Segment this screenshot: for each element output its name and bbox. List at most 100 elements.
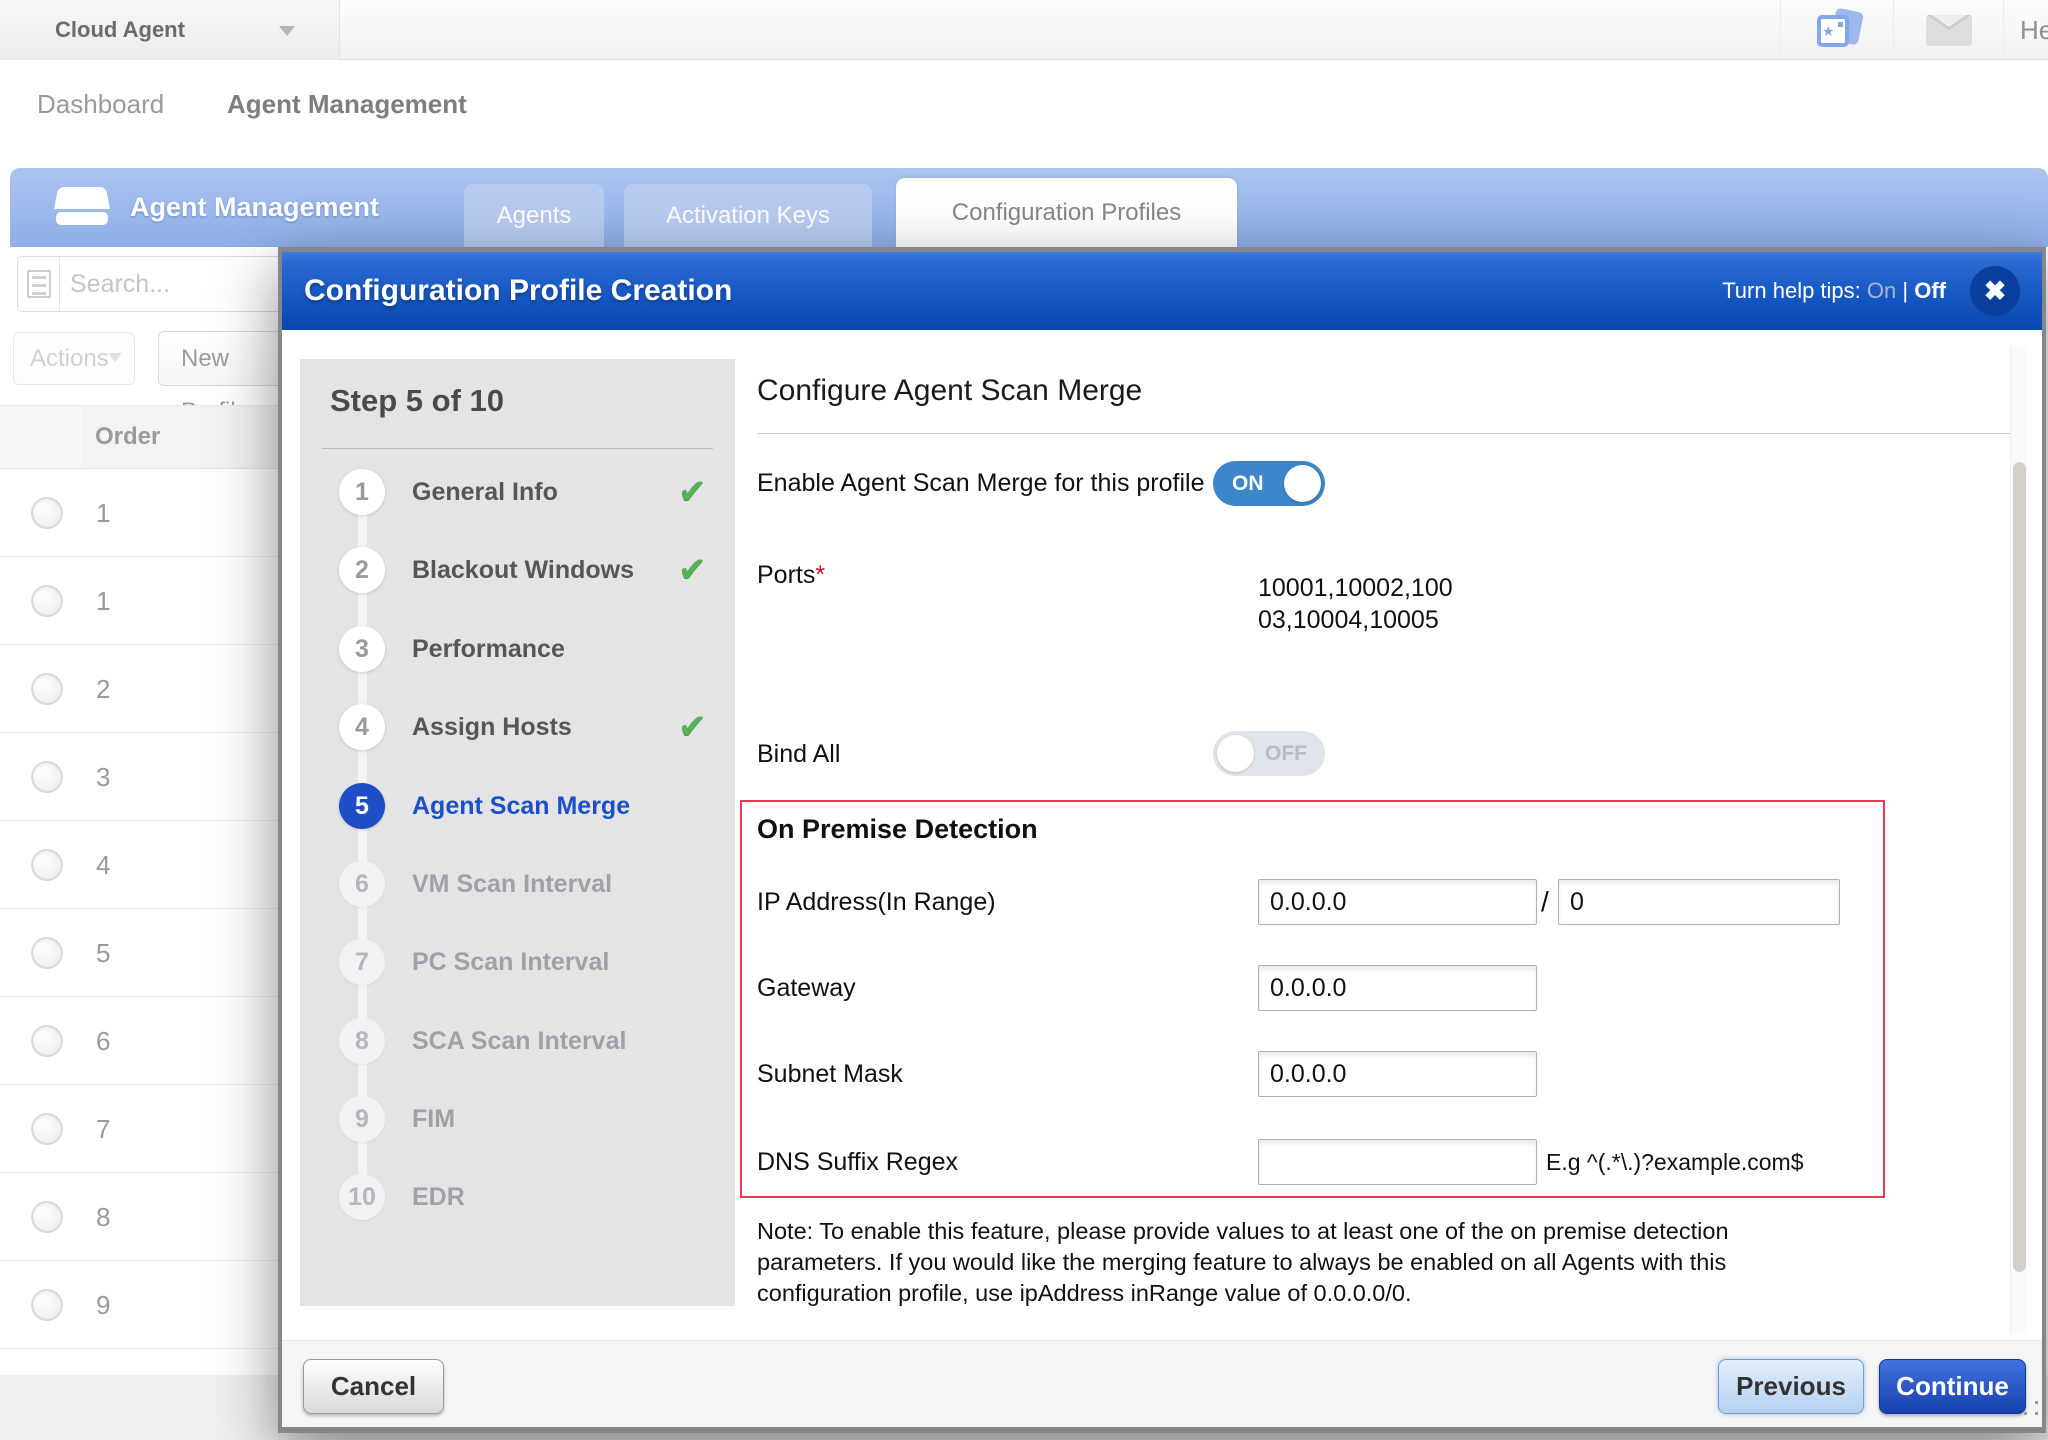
order-cell: 6 [96, 997, 110, 1085]
module-picker-dropdown[interactable]: Cloud Agent [0, 0, 340, 60]
ports-value: 10001,10002,10003,10004,10005 [1258, 572, 1464, 636]
step-number: 10 [339, 1174, 385, 1220]
search-filter-button[interactable] [18, 257, 60, 311]
mail-button[interactable] [1893, 0, 2003, 60]
step-label: Agent Scan Merge [412, 783, 630, 829]
wizard-step-sca-scan-interval[interactable]: 8 SCA Scan Interval ✔ [300, 1018, 735, 1064]
step-label: Blackout Windows [412, 547, 634, 593]
order-cell: 1 [96, 557, 110, 645]
order-cell: 8 [96, 1173, 110, 1261]
search-input[interactable] [70, 259, 290, 309]
table-row: 1 [0, 469, 300, 557]
modal-body: Step 5 of 10 1 General Info ✔ 2 Blackout… [282, 330, 2042, 1340]
help-link[interactable]: He [2003, 0, 2048, 60]
subnet-mask-input[interactable] [1258, 1051, 1537, 1097]
resize-grip[interactable] [2024, 1401, 2038, 1415]
cancel-button[interactable]: Cancel [303, 1359, 444, 1414]
wizard-connector-line [358, 492, 367, 1197]
actions-label: Actions [30, 333, 109, 384]
cidr-input[interactable] [1558, 879, 1840, 925]
table-header: Order [0, 405, 300, 469]
table-row: 7 [0, 1085, 300, 1173]
breadcrumb-agent-management[interactable]: Agent Management [227, 61, 467, 147]
chevron-down-icon [108, 353, 122, 369]
row-radio[interactable] [31, 937, 63, 969]
help-tips-label: Turn help tips: [1722, 278, 1861, 303]
apps-button[interactable]: ★ [1780, 0, 1893, 60]
tab-configuration-profiles[interactable]: Configuration Profiles [896, 178, 1237, 247]
row-radio[interactable] [31, 1025, 63, 1057]
row-radio[interactable] [31, 585, 63, 617]
row-radio[interactable] [31, 1113, 63, 1145]
ports-label: Ports* [757, 552, 825, 598]
wizard-step-assign-hosts[interactable]: 4 Assign Hosts ✔ [300, 704, 735, 750]
dns-suffix-regex-input[interactable] [1258, 1139, 1537, 1185]
bind-all-toggle[interactable]: OFF [1213, 731, 1325, 776]
help-tips-toggle: Turn help tips: On | Off [1722, 252, 1946, 330]
order-cell: 3 [96, 733, 110, 821]
close-icon[interactable]: ✖ [1970, 266, 2020, 316]
on-premise-heading: On Premise Detection [757, 814, 1038, 845]
previous-button[interactable]: Previous [1718, 1359, 1864, 1414]
drive-icon [50, 184, 114, 235]
order-cell: 1 [96, 469, 110, 557]
check-icon: ✔ [678, 547, 707, 593]
modal-title: Configuration Profile Creation [304, 252, 732, 330]
wizard-step-agent-scan-merge[interactable]: 5 Agent Scan Merge ✔ [300, 783, 735, 829]
order-column-header[interactable]: Order [95, 406, 160, 468]
toggle-knob [1217, 735, 1254, 772]
divider [757, 433, 2021, 434]
wizard-steps-panel: Step 5 of 10 1 General Info ✔ 2 Blackout… [300, 359, 735, 1306]
required-asterisk: * [815, 561, 825, 589]
order-cell: 4 [96, 821, 110, 909]
breadcrumb-dashboard[interactable]: Dashboard [37, 61, 164, 147]
check-icon: ✔ [678, 704, 707, 750]
modal-scrollbar-track [2010, 345, 2027, 1335]
search-box [17, 256, 300, 312]
continue-button[interactable]: Continue [1879, 1359, 2026, 1414]
row-radio[interactable] [31, 1289, 63, 1321]
step-label: VM Scan Interval [412, 861, 612, 907]
toggle-knob [1284, 465, 1321, 502]
step-number: 3 [339, 626, 385, 672]
order-cell: 9 [96, 1261, 110, 1349]
gateway-input[interactable] [1258, 965, 1537, 1011]
list-lines-icon [27, 270, 51, 298]
step-number: 9 [339, 1096, 385, 1142]
table-row: 1 [0, 557, 300, 645]
help-tips-off-link[interactable]: Off [1914, 278, 1946, 303]
wizard-step-fim[interactable]: 9 FIM ✔ [300, 1096, 735, 1142]
row-radio[interactable] [31, 761, 63, 793]
enable-scan-merge-toggle[interactable]: ON [1213, 461, 1325, 506]
table-rows: 1 1 2 3 4 5 6 7 8 9 [0, 469, 300, 1349]
table-row: 8 [0, 1173, 300, 1261]
ip-address-label: IP Address(In Range) [757, 879, 996, 925]
wizard-step-vm-scan-interval[interactable]: 6 VM Scan Interval ✔ [300, 861, 735, 907]
help-tips-on-link[interactable]: On [1867, 278, 1896, 303]
tab-agents[interactable]: Agents [464, 184, 604, 247]
table-row: 9 [0, 1261, 300, 1349]
step-label: General Info [412, 469, 558, 515]
step-number: 2 [339, 547, 385, 593]
row-radio[interactable] [31, 849, 63, 881]
mail-icon [1926, 15, 1972, 46]
table-row: 2 [0, 645, 300, 733]
row-radio[interactable] [31, 673, 63, 705]
divider [322, 448, 713, 449]
row-radio[interactable] [31, 1201, 63, 1233]
tab-activation-keys[interactable]: Activation Keys [624, 184, 872, 247]
wizard-step-edr[interactable]: 10 EDR ✔ [300, 1174, 735, 1220]
wizard-step-general-info[interactable]: 1 General Info ✔ [300, 469, 735, 515]
step-label: Assign Hosts [412, 704, 572, 750]
step-label: SCA Scan Interval [412, 1018, 626, 1064]
modal-header: Configuration Profile Creation Turn help… [282, 252, 2042, 330]
row-radio[interactable] [31, 497, 63, 529]
ip-address-input[interactable] [1258, 879, 1537, 925]
wizard-step-pc-scan-interval[interactable]: 7 PC Scan Interval ✔ [300, 939, 735, 985]
toggle-on-label: ON [1232, 461, 1264, 506]
actions-button[interactable]: Actions [13, 332, 135, 385]
wizard-step-blackout-windows[interactable]: 2 Blackout Windows ✔ [300, 547, 735, 593]
wizard-step-performance[interactable]: 3 Performance ✔ [300, 626, 735, 672]
bind-all-label: Bind All [757, 731, 840, 777]
modal-scrollbar-thumb[interactable] [2013, 462, 2026, 1272]
